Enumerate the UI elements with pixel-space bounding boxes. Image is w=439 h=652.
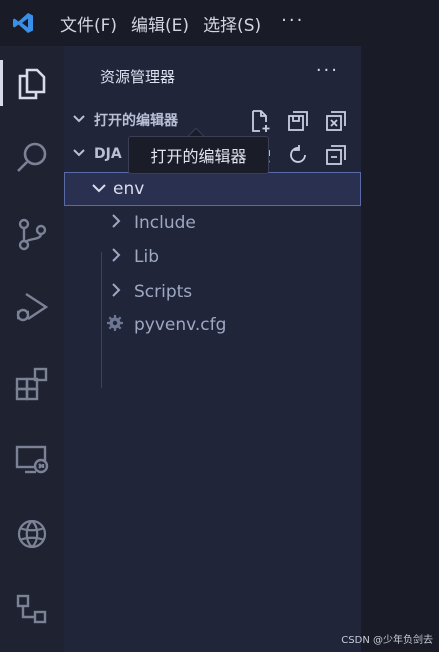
sidebar-more-icon[interactable]: ··· [316, 60, 339, 81]
sidebar-title: 资源管理器 [100, 68, 176, 86]
tree-item-env[interactable]: env [64, 172, 361, 206]
section-label: 打开的编辑器 [94, 113, 178, 129]
chevron-right-icon [110, 282, 134, 302]
tree-label: pyvenv.cfg [134, 315, 227, 335]
indent-guide [101, 252, 102, 388]
active-indicator [0, 60, 3, 106]
menu-more-icon[interactable]: ··· [281, 10, 304, 31]
tree-label: env [113, 179, 145, 199]
chevron-right-icon [110, 247, 134, 267]
watermark: CSDN @少年负剑去 [341, 635, 433, 646]
chatgpt-icon[interactable] [10, 512, 54, 556]
search-icon[interactable] [10, 136, 54, 180]
tree-item-scripts[interactable]: Scripts [64, 275, 361, 309]
tree-item-pyvenv-cfg[interactable]: pyvenv.cfg [64, 308, 361, 342]
save-all-icon[interactable] [285, 108, 311, 134]
collapse-all-icon[interactable] [323, 142, 349, 168]
chevron-down-icon [65, 180, 106, 199]
chevron-down-icon [64, 145, 94, 164]
run-debug-icon[interactable] [10, 286, 54, 330]
menu-file[interactable]: 文件(F) [60, 11, 117, 36]
close-all-icon[interactable] [323, 108, 349, 134]
refresh-icon[interactable] [285, 142, 311, 168]
chevron-down-icon [64, 111, 94, 130]
source-control-icon[interactable] [10, 212, 54, 256]
remote-explorer-icon[interactable] [10, 438, 54, 482]
title-bar: 文件(F) 编辑(E) 选择(S) ··· [0, 0, 439, 46]
section-open-editors[interactable]: 打开的编辑器 [64, 104, 361, 136]
tree-label: Scripts [134, 282, 193, 302]
structure-icon[interactable] [10, 588, 54, 632]
tooltip: 打开的编辑器 [128, 136, 269, 174]
chevron-right-icon [110, 213, 134, 233]
extensions-icon[interactable] [10, 362, 54, 406]
activity-bar [0, 46, 64, 652]
menu-selection[interactable]: 选择(S) [203, 11, 261, 36]
folder-label: DJA [94, 146, 122, 162]
tree-item-lib[interactable]: Lib [64, 240, 361, 274]
gear-icon [106, 314, 134, 336]
new-untitled-file-icon[interactable] [247, 108, 273, 134]
editor-area[interactable] [361, 46, 439, 652]
menu-edit[interactable]: 编辑(E) [131, 11, 189, 36]
vscode-logo-icon [0, 0, 46, 46]
tree-label: Lib [134, 247, 159, 267]
tree-label: Include [134, 213, 196, 233]
tree-item-include[interactable]: Include [64, 206, 361, 240]
explorer-icon[interactable] [10, 62, 54, 106]
